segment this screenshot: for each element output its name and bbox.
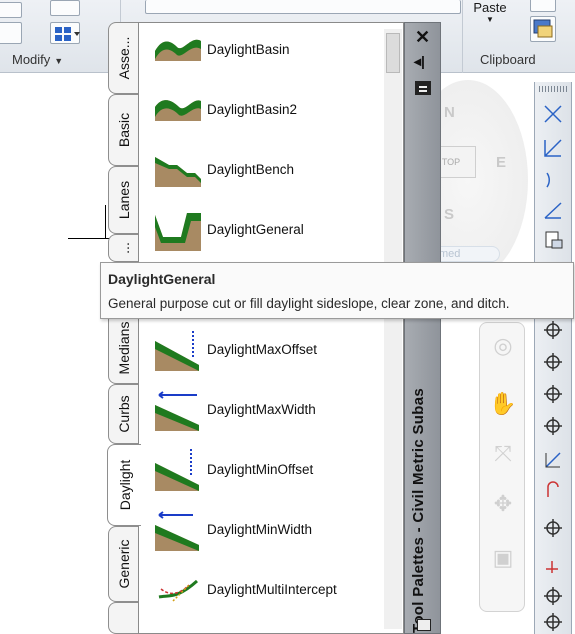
tab-generic[interactable]: Generic <box>108 526 138 602</box>
modify-label: Modify <box>12 52 51 67</box>
daylight-general-icon <box>155 213 201 251</box>
palette-item-daylightmultiintercept[interactable]: DaylightMultiIntercept <box>153 563 393 615</box>
palette-item-daylightminwidth[interactable]: DaylightMinWidth <box>153 503 393 555</box>
chevron-down-icon: ▼ <box>54 56 64 66</box>
tab-basic[interactable]: Basic <box>108 94 138 166</box>
palette-item-daylightbasin[interactable]: DaylightBasin <box>153 23 393 75</box>
ribbon-field[interactable] <box>145 0 461 14</box>
tab-label: Daylight <box>116 459 133 511</box>
snap-node-icon[interactable] <box>539 316 567 344</box>
palette-item-daylightgeneral[interactable]: DaylightGeneral <box>153 203 393 255</box>
viewcube-south[interactable]: S <box>444 206 454 223</box>
modify-tool-button[interactable] <box>0 22 22 44</box>
properties-icon[interactable] <box>415 81 431 95</box>
tab-lanes[interactable]: Lanes <box>108 166 138 234</box>
vertical-toolbar <box>534 82 572 634</box>
tab-label: Basic <box>115 112 132 148</box>
palette-item-daylightmaxoffset[interactable]: DaylightMaxOffset <box>153 323 393 375</box>
dimension-aligned-icon[interactable] <box>539 134 567 162</box>
item-label: DaylightBasin2 <box>207 101 298 117</box>
tool-palette: DaylightBasin DaylightBasin2 DaylightBen… <box>138 22 404 634</box>
crosshair-cursor <box>105 205 106 238</box>
daylight-max-width-icon <box>155 391 199 431</box>
tab-medians[interactable]: Medians <box>108 312 138 384</box>
showmotion-icon[interactable]: ▣ <box>487 545 519 575</box>
dimension-arc-icon[interactable] <box>539 166 567 194</box>
item-label: DaylightGeneral <box>207 221 304 237</box>
item-label: DaylightMaxOffset <box>207 341 318 357</box>
daylight-basin-icon <box>155 39 201 61</box>
daylight-multi-intercept-icon <box>158 579 199 602</box>
daylight-max-offset-icon <box>155 331 199 371</box>
item-label: DaylightMinOffset <box>207 461 314 477</box>
snap-apparent-icon[interactable] <box>539 348 567 376</box>
array-icon[interactable] <box>50 22 80 44</box>
tab-daylight[interactable]: Daylight <box>107 444 141 526</box>
steering-wheel-icon[interactable]: ◎ <box>487 333 519 363</box>
crosshair-cursor <box>68 238 112 239</box>
item-label: DaylightMultiIntercept <box>207 581 337 597</box>
snap-quadrant-icon[interactable] <box>539 412 567 440</box>
close-icon[interactable]: ✕ <box>415 27 430 48</box>
snap-perpendicular-icon[interactable] <box>539 514 567 542</box>
tab-stack-edge <box>108 602 138 634</box>
zoom-icon[interactable]: ⤧ <box>487 441 519 471</box>
tooltip-title: DaylightGeneral <box>108 271 216 287</box>
palette-item-daylightbench[interactable]: DaylightBench <box>153 143 393 195</box>
daylight-bench-icon <box>155 157 201 187</box>
paste-button[interactable]: Paste ▼ <box>468 0 512 40</box>
clipboard-icon[interactable] <box>530 16 556 42</box>
orbit-icon[interactable]: ✥ <box>487 491 519 521</box>
tab-label: Lanes <box>115 180 132 220</box>
dimension-angular-icon[interactable] <box>539 196 567 224</box>
tab-label: ... <box>115 242 132 254</box>
tooltip-description: General purpose cut or fill daylight sid… <box>108 296 510 311</box>
palette-menu-icon[interactable] <box>417 619 431 631</box>
chevron-down-icon: ▼ <box>486 15 494 24</box>
auto-hide-icon[interactable]: ◂| <box>414 53 425 70</box>
clipboard-panel-label: Clipboard <box>480 52 536 67</box>
tooltip: DaylightGeneral General purpose cut or f… <box>100 262 574 319</box>
tab-label: Curbs <box>115 395 132 433</box>
toolbar-grip[interactable] <box>539 86 567 92</box>
tab-curbs[interactable]: Curbs <box>108 384 138 444</box>
ribbon-separator <box>462 0 463 73</box>
snap-midpoint-icon[interactable] <box>539 608 567 634</box>
tab-label: Medians <box>115 321 132 375</box>
viewcube-north[interactable]: N <box>444 104 455 121</box>
scrollbar-thumb[interactable] <box>386 33 400 73</box>
modify-tool-button[interactable] <box>0 2 22 18</box>
palette-scrollbar[interactable] <box>384 29 402 629</box>
daylight-min-offset-icon <box>155 449 199 491</box>
palette-titlebar[interactable]: ✕ ◂| Tool Palettes - Civil Metric Subas <box>404 22 441 634</box>
modify-tool-button[interactable] <box>50 0 80 16</box>
ribbon-button[interactable] <box>530 0 556 12</box>
daylight-min-width-icon <box>155 511 199 551</box>
tab-assemblies[interactable]: Asse... <box>108 22 138 94</box>
leader-icon[interactable] <box>539 476 567 504</box>
palette-item-daylightminoffset[interactable]: DaylightMinOffset <box>153 443 393 495</box>
palette-title: Tool Palettes - Civil Metric Subas <box>410 388 427 633</box>
palette-item-daylightbasin2[interactable]: DaylightBasin2 <box>153 83 393 135</box>
tab-label: Asse... <box>115 36 132 80</box>
pan-icon[interactable]: ✋ <box>487 391 519 421</box>
tab-label: Generic <box>115 539 132 589</box>
snap-center-icon[interactable] <box>539 582 567 610</box>
snap-insert-icon[interactable] <box>539 552 567 580</box>
item-label: DaylightBench <box>207 161 295 177</box>
navigation-bar: ◎ ✋ ⤧ ✥ ▣ <box>479 322 525 612</box>
palette-item-daylightmaxwidth[interactable]: DaylightMaxWidth <box>153 383 393 435</box>
daylight-basin2-icon <box>155 100 201 121</box>
snap-tangent-icon[interactable] <box>539 380 567 408</box>
modify-panel-label[interactable]: Modify ▼ <box>12 52 63 72</box>
paste-label: Paste <box>473 0 507 15</box>
dimension-linear-icon[interactable] <box>539 100 567 128</box>
item-label: DaylightBasin <box>207 41 290 57</box>
dimension-edit-icon[interactable] <box>539 446 567 474</box>
tab-hidden[interactable]: ... <box>108 234 138 262</box>
item-label: DaylightMinWidth <box>207 521 313 537</box>
paste-table-icon[interactable] <box>539 226 567 254</box>
viewcube-east[interactable]: E <box>496 154 506 171</box>
item-label: DaylightMaxWidth <box>207 401 316 417</box>
